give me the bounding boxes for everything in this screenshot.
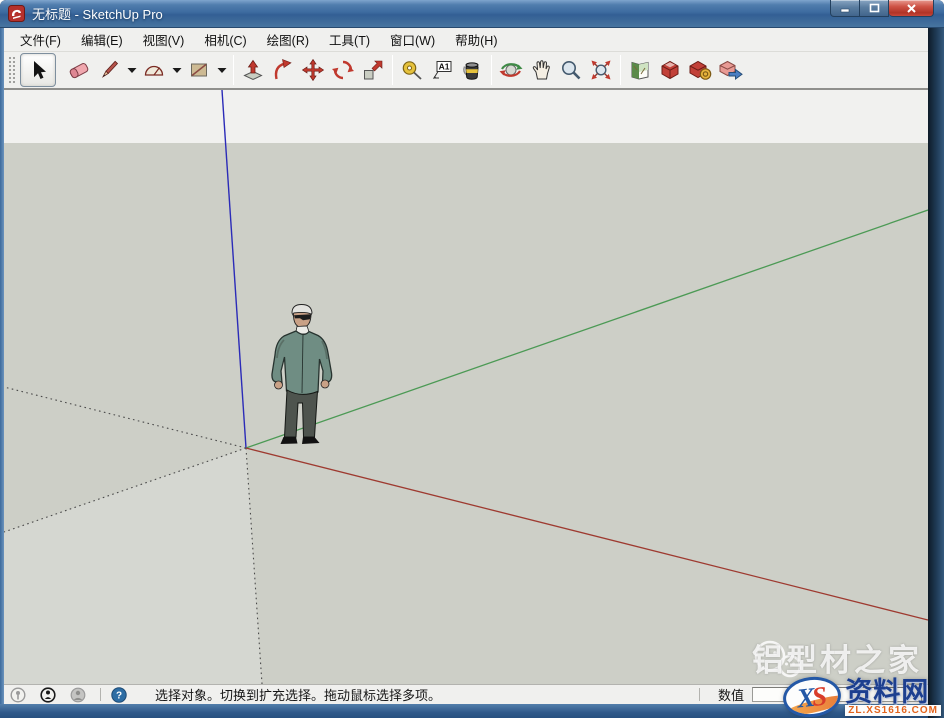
- close-icon: [906, 3, 917, 14]
- tape-measure-tool-button[interactable]: [397, 54, 427, 86]
- status-message: 选择对象。切换到扩充选择。拖动鼠标选择多项。: [155, 685, 699, 704]
- svg-text:?: ?: [116, 690, 122, 701]
- line-tool-dropdown[interactable]: [124, 54, 139, 86]
- scale-icon: [361, 58, 385, 82]
- window-title: 无标题 - SketchUp Pro: [32, 4, 163, 23]
- arc-tool-dropdown[interactable]: [169, 54, 184, 86]
- arc-tool-button[interactable]: [139, 54, 169, 86]
- magnifier-icon: [559, 58, 583, 82]
- toolbar-separator: [620, 55, 621, 85]
- menu-view[interactable]: 视图(V): [133, 27, 195, 52]
- status-bar: ? 选择对象。切换到扩充选择。拖动鼠标选择多项。 数值: [4, 684, 928, 704]
- menu-draw[interactable]: 绘图(R): [257, 27, 319, 52]
- close-button[interactable]: [889, 0, 934, 17]
- share-model-icon: [687, 58, 713, 82]
- menu-help[interactable]: 帮助(H): [445, 27, 507, 52]
- rectangle-icon: [187, 58, 211, 82]
- add-location-button[interactable]: [625, 54, 655, 86]
- zoom-extents-icon: [588, 58, 614, 82]
- chevron-down-icon: [216, 58, 228, 82]
- scale-tool-button[interactable]: [358, 54, 388, 86]
- window-frame-bottom: [0, 704, 928, 718]
- svg-text:A1: A1: [439, 62, 450, 72]
- text-tool-button[interactable]: A1: [427, 54, 457, 86]
- menu-tools[interactable]: 工具(T): [319, 27, 380, 52]
- geolocation-status-icon[interactable]: [10, 687, 26, 703]
- line-tool-button[interactable]: [94, 54, 124, 86]
- help-icon[interactable]: ?: [111, 687, 127, 703]
- warehouse-box-icon: [658, 58, 682, 82]
- follow-me-icon: [271, 58, 295, 82]
- export-model-button[interactable]: [715, 54, 745, 86]
- maximize-icon: [869, 3, 880, 13]
- move-tool-button[interactable]: [298, 54, 328, 86]
- window-frame-right: [928, 28, 944, 718]
- eraser-icon: [67, 58, 91, 82]
- sky-band: [4, 90, 928, 143]
- push-pull-tool-button[interactable]: [238, 54, 268, 86]
- text-label-icon: A1: [430, 58, 454, 82]
- sign-in-avatar-icon[interactable]: [70, 687, 86, 703]
- measurements-label: 数值: [718, 685, 744, 704]
- sketchup-window: 无标题 - SketchUp Pro 文件(F) 编辑(E) 视图(V) 相机(…: [0, 0, 944, 718]
- map-location-icon: [628, 58, 652, 82]
- menu-camera[interactable]: 相机(C): [194, 27, 256, 52]
- toolbar-separator: [233, 55, 234, 85]
- select-tool-button[interactable]: [20, 53, 56, 87]
- export-arrow-icon: [717, 58, 743, 82]
- menu-file[interactable]: 文件(F): [10, 27, 71, 52]
- eraser-tool-button[interactable]: [64, 54, 94, 86]
- rectangle-tool-dropdown[interactable]: [214, 54, 229, 86]
- pan-tool-button[interactable]: [526, 54, 556, 86]
- paint-bucket-tool-button[interactable]: [457, 54, 487, 86]
- model-viewport[interactable]: 铝型材之家: [4, 90, 928, 684]
- minimize-icon: [840, 4, 850, 13]
- measurements-input[interactable]: [752, 687, 922, 702]
- rotate-icon: [331, 58, 355, 82]
- status-separator: [100, 688, 101, 701]
- menu-bar: 文件(F) 编辑(E) 视图(V) 相机(C) 绘图(R) 工具(T) 窗口(W…: [4, 28, 928, 52]
- zoom-extents-tool-button[interactable]: [586, 54, 616, 86]
- chevron-down-icon: [126, 58, 138, 82]
- rotate-tool-button[interactable]: [328, 54, 358, 86]
- zoom-tool-button[interactable]: [556, 54, 586, 86]
- orbit-tool-button[interactable]: [496, 54, 526, 86]
- orbit-icon: [498, 58, 524, 82]
- sketchup-logo-icon: [8, 5, 25, 22]
- scene-canvas: [4, 90, 928, 684]
- chevron-down-icon: [171, 58, 183, 82]
- title-bar: 无标题 - SketchUp Pro: [0, 0, 944, 28]
- pencil-icon: [97, 58, 121, 82]
- toolbar-separator: [392, 55, 393, 85]
- toolbar-separator: [491, 55, 492, 85]
- get-models-button[interactable]: [655, 54, 685, 86]
- share-model-button[interactable]: [685, 54, 715, 86]
- push-pull-icon: [241, 58, 265, 82]
- paint-bucket-icon: [460, 58, 484, 82]
- toolbar: A1: [4, 52, 928, 90]
- toolbar-grip-handle[interactable]: [8, 56, 17, 84]
- maximize-button[interactable]: [860, 0, 889, 17]
- minimize-button[interactable]: [830, 0, 860, 17]
- rectangle-tool-button[interactable]: [184, 54, 214, 86]
- tape-measure-icon: [400, 58, 424, 82]
- menu-window[interactable]: 窗口(W): [380, 27, 445, 52]
- menu-edit[interactable]: 编辑(E): [71, 27, 133, 52]
- protractor-arc-icon: [142, 58, 166, 82]
- pan-hand-icon: [529, 58, 553, 82]
- credit-attribution-icon[interactable]: [40, 687, 56, 703]
- select-arrow-icon: [26, 58, 50, 82]
- follow-me-tool-button[interactable]: [268, 54, 298, 86]
- move-arrows-icon: [301, 58, 325, 82]
- status-separator: [699, 688, 700, 701]
